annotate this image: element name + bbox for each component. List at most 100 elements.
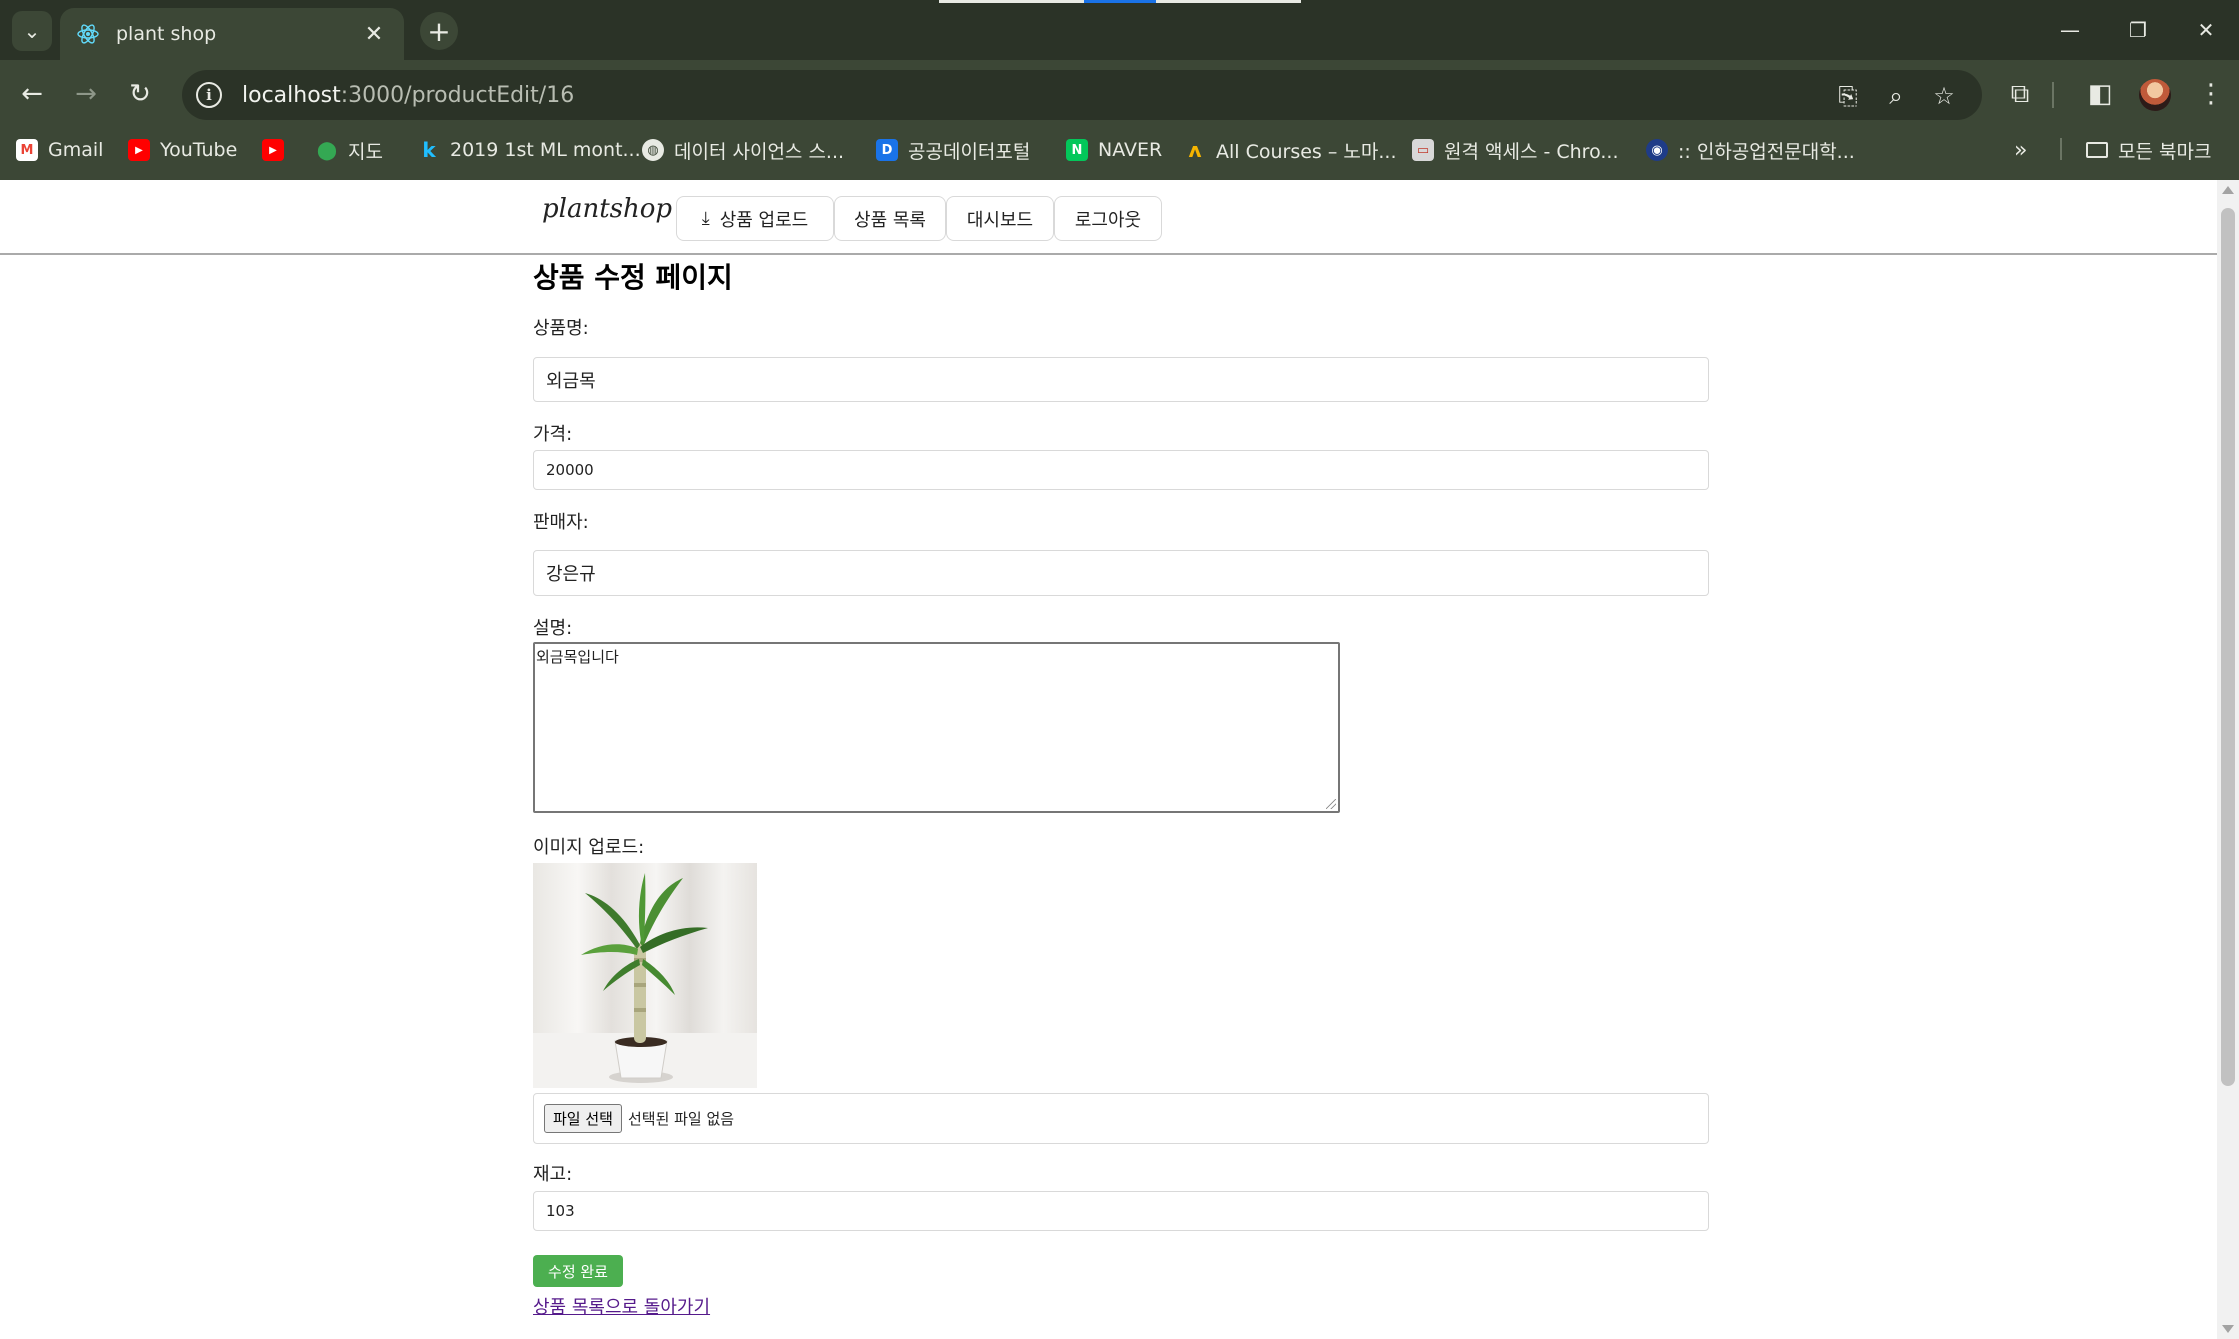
install-app-icon[interactable]: ⎘ xyxy=(1834,82,1862,110)
upload-product-button[interactable]: ⤓ 상품 업로드 xyxy=(676,196,834,241)
strip-indicator xyxy=(939,0,1084,3)
arrow-left-icon: ← xyxy=(21,79,43,109)
nomad-icon: ʌ xyxy=(1188,138,1202,162)
page-viewport: plantshop ⚘ ⤓ 상품 업로드 상품 목록 대시보드 로그아웃 상품 … xyxy=(0,180,2217,1339)
logout-button[interactable]: 로그아웃 xyxy=(1054,196,1162,241)
site-header: plantshop ⚘ ⤓ 상품 업로드 상품 목록 대시보드 로그아웃 xyxy=(0,180,2217,255)
forward-button[interactable]: → xyxy=(66,74,106,114)
dashboard-button[interactable]: 대시보드 xyxy=(946,196,1054,241)
avatar[interactable] xyxy=(2139,79,2171,111)
zoom-icon[interactable]: ⌕ xyxy=(1882,82,1910,110)
bookmark-naver[interactable]: N NAVER xyxy=(1066,134,1162,166)
browser-chrome: ⌄ plant shop ✕ + — ❐ ✕ ← → ↻ i localhost… xyxy=(0,0,2239,180)
scroll-down-icon[interactable] xyxy=(2222,1325,2234,1333)
bookmark-ml[interactable]: k 2019 1st ML mont... xyxy=(418,134,640,166)
stock-field[interactable]: 103 xyxy=(533,1191,1709,1231)
reload-button[interactable]: ↻ xyxy=(120,74,160,114)
logout-label: 로그아웃 xyxy=(1074,209,1142,231)
data-portal-icon: D xyxy=(876,139,898,161)
folder-icon xyxy=(2086,142,2108,158)
product-list-button[interactable]: 상품 목록 xyxy=(834,196,946,241)
stock-label: 재고: xyxy=(533,1164,573,1185)
bookmark-label: 지도 xyxy=(348,140,383,163)
bookmark-school[interactable]: ◉ :: 인하공업전문대학... xyxy=(1646,134,1855,166)
star-icon[interactable]: ☆ xyxy=(1930,82,1958,110)
minimize-button[interactable]: — xyxy=(2040,10,2100,50)
download-icon: ⤓ xyxy=(701,208,710,229)
arrow-right-icon: → xyxy=(75,79,97,109)
restore-button[interactable]: ❐ xyxy=(2108,10,2168,50)
bookmark-label: 원격 액세스 - Chro... xyxy=(1444,140,1619,163)
react-icon xyxy=(76,22,100,46)
bookmark-youtube[interactable]: ▶ YouTube xyxy=(128,134,237,166)
bookmark-label: 공공데이터포털 xyxy=(908,140,1031,163)
seller-field[interactable]: 강은규 xyxy=(533,550,1709,596)
logo-text: plantshop xyxy=(542,194,673,224)
seller-label: 판매자: xyxy=(533,512,589,533)
minimize-icon: — xyxy=(2060,18,2080,42)
bookmark-label: YouTube xyxy=(160,139,238,161)
back-button[interactable]: ← xyxy=(12,74,52,114)
new-tab-button[interactable]: + xyxy=(420,12,458,50)
price-label: 가격: xyxy=(533,424,573,445)
seller-value: 강은규 xyxy=(546,564,596,585)
tab-title: plant shop xyxy=(116,23,217,45)
description-label: 설명: xyxy=(533,618,573,639)
submit-edit-button[interactable]: 수정 완료 xyxy=(533,1255,623,1287)
bookmark-gmail[interactable]: M Gmail xyxy=(16,134,103,166)
globe-icon: ◍ xyxy=(642,139,664,161)
menu-icon[interactable]: ⋮ xyxy=(2195,78,2227,110)
choose-file-button[interactable]: 파일 선택 xyxy=(544,1104,622,1133)
school-icon: ◉ xyxy=(1646,139,1668,161)
product-image xyxy=(533,863,757,1088)
bookmark-maps[interactable]: ⬤ 지도 xyxy=(316,134,383,166)
image-upload-label: 이미지 업로드: xyxy=(533,837,645,858)
price-value: 20000 xyxy=(546,461,594,479)
dashboard-label: 대시보드 xyxy=(966,209,1034,231)
tab-plant-shop[interactable]: plant shop ✕ xyxy=(60,8,404,60)
close-icon[interactable]: ✕ xyxy=(360,22,388,47)
bookmark-divider xyxy=(2060,138,2062,160)
description-value: 외금목입니다 xyxy=(536,648,619,666)
description-textarea[interactable]: 외금목입니다 xyxy=(533,642,1340,813)
bookmark-data-portal[interactable]: D 공공데이터포털 xyxy=(876,134,1030,166)
upload-label: 상품 업로드 xyxy=(719,209,809,231)
price-field[interactable]: 20000 xyxy=(533,450,1709,490)
bookmark-nomad[interactable]: ʌ All Courses – 노마... xyxy=(1184,134,1397,166)
product-name-value: 외금목 xyxy=(546,370,596,392)
plus-icon: + xyxy=(427,14,451,48)
address-bar[interactable]: i localhost:3000/productEdit/16 ⎘ ⌕ ☆ xyxy=(182,70,1982,120)
all-bookmarks-label: 모든 북마크 xyxy=(2118,140,2212,163)
product-name-field[interactable]: 외금목 xyxy=(533,357,1709,402)
extensions-icon[interactable]: ⧉ xyxy=(2004,78,2036,110)
bookmark-remote[interactable]: ▭ 원격 액세스 - Chro... xyxy=(1412,134,1619,166)
more-bookmarks-button[interactable]: » xyxy=(2014,134,2027,166)
youtube-icon: ▶ xyxy=(262,139,284,161)
scrollbar[interactable] xyxy=(2217,180,2239,1339)
double-chevron-right-icon: » xyxy=(2014,137,2028,163)
bookmark-label: NAVER xyxy=(1098,139,1163,161)
remote-icon: ▭ xyxy=(1412,139,1434,161)
k-icon: k xyxy=(422,138,436,162)
bookmark-youtube-2[interactable]: ▶ xyxy=(262,134,294,166)
toolbar-divider xyxy=(2052,82,2054,108)
bookmark-label: All Courses – 노마... xyxy=(1216,140,1397,163)
scrollbar-thumb[interactable] xyxy=(2221,208,2235,1086)
url-host: localhost xyxy=(242,82,341,108)
name-label: 상품명: xyxy=(533,318,589,339)
stock-value: 103 xyxy=(546,1202,575,1220)
window-close-button[interactable]: ✕ xyxy=(2176,10,2236,50)
bookmark-label: :: 인하공업전문대학... xyxy=(1678,140,1855,163)
info-icon[interactable]: i xyxy=(196,82,222,108)
all-bookmarks[interactable]: 모든 북마크 xyxy=(2086,134,2211,166)
resize-handle[interactable] xyxy=(1326,799,1336,809)
naver-icon: N xyxy=(1066,139,1088,161)
scroll-up-icon[interactable] xyxy=(2222,186,2234,194)
side-panel-icon[interactable]: ◧ xyxy=(2084,78,2116,110)
tab-search-button[interactable]: ⌄ xyxy=(12,11,52,51)
youtube-icon: ▶ xyxy=(128,139,150,161)
bookmark-data-science[interactable]: ◍ 데이터 사이언스 스... xyxy=(642,134,844,166)
file-input[interactable]: 파일 선택 선택된 파일 없음 xyxy=(533,1093,1709,1144)
back-to-list-link[interactable]: 상품 목록으로 돌아가기 xyxy=(533,1293,710,1319)
close-icon: ✕ xyxy=(2197,18,2215,42)
